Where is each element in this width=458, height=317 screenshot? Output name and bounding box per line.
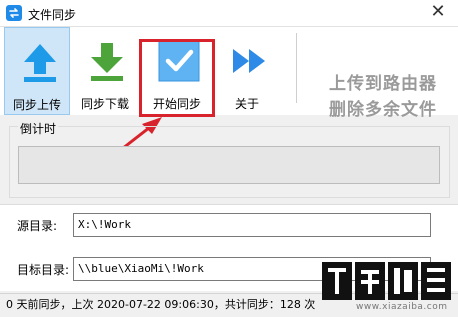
download-arrow-icon xyxy=(85,39,129,83)
watermark-logo-icon xyxy=(322,262,451,300)
source-dir-input[interactable]: X:\!Work xyxy=(73,213,431,237)
countdown-label: 倒计时 xyxy=(18,120,59,137)
source-dir-label: 源目录: xyxy=(17,219,58,233)
watermark-text: www.xiazaiba.com xyxy=(356,302,448,312)
promo-line-2: 删除多余文件 xyxy=(329,100,437,120)
promo-text: 上传到路由器 删除多余文件 xyxy=(316,71,450,123)
close-button[interactable]: ✕ xyxy=(426,2,450,22)
toolbar-separator xyxy=(296,33,297,103)
upload-arrow-icon xyxy=(18,40,62,84)
sync-upload-label: 同步上传 xyxy=(12,98,61,112)
countdown-progress-bar xyxy=(18,146,440,184)
title-bar: 文件同步 ✕ xyxy=(0,0,458,27)
target-dir-label: 目标目录: xyxy=(17,263,70,277)
about-button[interactable]: 关于 xyxy=(214,27,280,115)
toolbar: 同步上传 同步下载 开始同步 关于 上传到路由器 删除多余文件 xyxy=(0,27,458,120)
window-title: 文件同步 xyxy=(28,8,77,22)
fast-forward-icon xyxy=(227,39,271,83)
sync-upload-button[interactable]: 同步上传 xyxy=(4,27,70,115)
about-label: 关于 xyxy=(234,97,259,111)
sync-app-icon xyxy=(6,5,22,21)
sync-download-label: 同步下载 xyxy=(80,97,129,111)
highlight-box xyxy=(139,39,215,117)
sync-download-button[interactable]: 同步下载 xyxy=(72,27,138,115)
promo-line-1: 上传到路由器 xyxy=(329,74,437,94)
